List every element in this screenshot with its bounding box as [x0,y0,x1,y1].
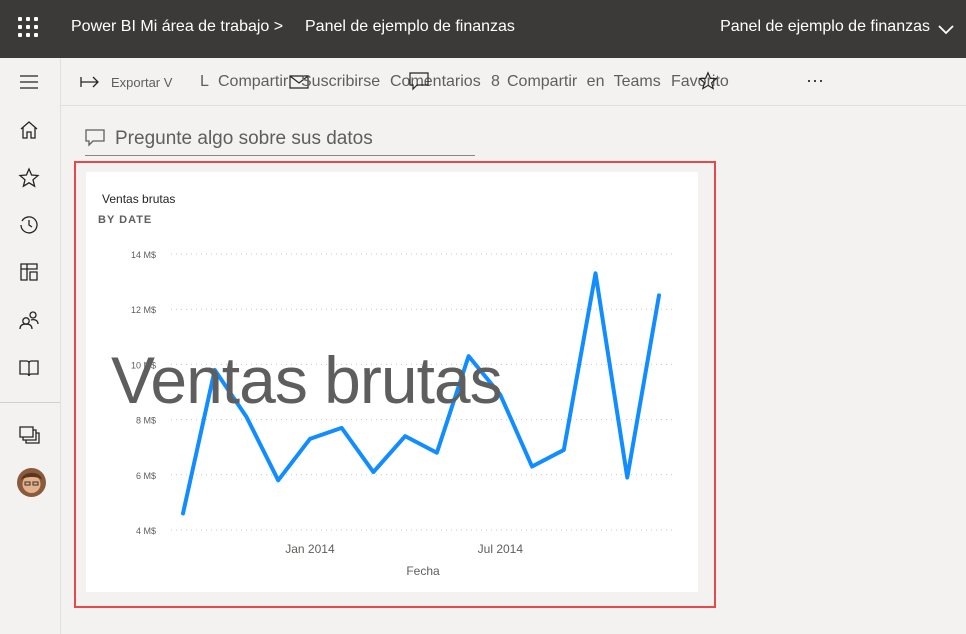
x-axis-label: Fecha [406,564,440,578]
action-bar: Exportar V L Compartir Suscribirse Comen… [61,58,966,106]
workspaces-icon[interactable] [17,422,41,446]
comments-count: 8 [491,73,500,90]
export-arrow-icon[interactable] [79,74,101,90]
qa-chat-icon [85,129,105,147]
chevron-down-icon[interactable] [936,19,956,39]
share-button[interactable]: Compartir [218,73,288,91]
dashboard-canvas: Pregunte algo sobre sus datos Ventas bru… [61,106,966,634]
x-tick-label: Jan 2014 [285,542,335,556]
chart-tile[interactable]: Ventas brutas BY DATE 4 M$ 6 M$ 8 M$ 10 M$ 1… [86,172,698,592]
people-icon[interactable] [17,308,41,332]
comments-button[interactable]: Comentarios [390,73,481,91]
y-tick-label: 12 M$ [131,305,156,315]
dashboard-selector[interactable]: Panel de ejemplo de finanzas [720,18,930,36]
breadcrumb-dashboard[interactable]: Panel de ejemplo de finanzas [305,18,515,36]
share-l-label: L [200,73,209,90]
breadcrumb-workspace[interactable]: Power BI Mi área de trabajo > [71,18,283,36]
book-icon[interactable] [17,356,41,380]
app-launcher-icon[interactable] [18,17,40,39]
qa-placeholder: Pregunte algo sobre sus datos [115,128,373,149]
avatar[interactable] [17,468,46,497]
x-tick-label: Jul 2014 [478,542,524,556]
left-nav [0,58,61,634]
tile-overlay-text: Ventas brutas [111,343,503,417]
y-tick-label: 6 M$ [136,471,156,481]
export-button[interactable]: Exportar V [111,75,172,90]
share-teams-button[interactable]: Compartir en Teams [507,73,661,91]
y-tick-label: 14 M$ [131,250,156,260]
hamburger-icon[interactable] [17,70,41,94]
nav-divider [0,402,60,403]
clock-icon[interactable] [17,213,41,237]
y-tick-label: 4 M$ [136,526,156,536]
qa-search-input[interactable]: Pregunte algo sobre sus datos [85,124,475,156]
subscribe-button[interactable]: Suscribirse [301,73,380,91]
star-icon[interactable] [17,166,41,190]
more-options-button[interactable]: ··· [806,70,824,91]
top-bar: Power BI Mi área de trabajo > Panel de e… [0,0,966,58]
apps-icon[interactable] [17,260,41,284]
home-icon[interactable] [17,118,41,142]
tile-highlight-frame: Ventas brutas BY DATE 4 M$ 6 M$ 8 M$ 10 M$ 1… [74,161,716,608]
star-outline-icon[interactable] [697,70,719,92]
comment-icon[interactable] [408,71,430,91]
